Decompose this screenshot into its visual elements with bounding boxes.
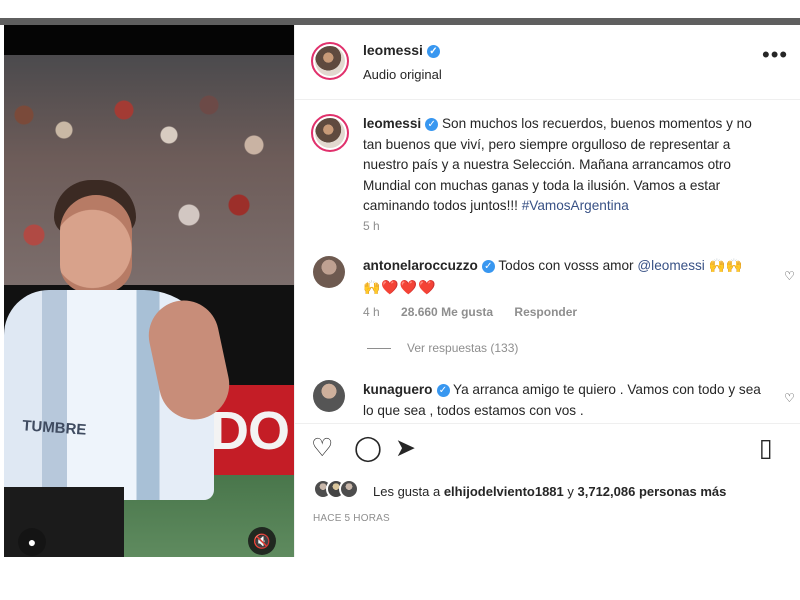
liker-avatar bbox=[339, 479, 359, 499]
comment-username[interactable]: kunaguero bbox=[363, 382, 433, 397]
caption-username[interactable]: leomessi bbox=[363, 116, 421, 131]
posted-ago: HACE 5 HORAS bbox=[313, 513, 390, 524]
post-username[interactable]: leomessi ✓ bbox=[363, 42, 440, 58]
comment-text: Todos con vosss amor bbox=[498, 258, 638, 273]
comment-mention[interactable]: @leomessi bbox=[637, 258, 704, 273]
liked-by-avatars[interactable] bbox=[313, 479, 361, 503]
comment-icon[interactable]: ◯ bbox=[354, 436, 382, 462]
post-video[interactable]: ACDO TUMBRE ● 🔇 bbox=[4, 25, 294, 557]
comment-time: 4 h bbox=[363, 305, 380, 319]
heart-icon[interactable]: ♡ bbox=[311, 436, 337, 462]
user-icon[interactable]: ● bbox=[18, 528, 46, 556]
kunaguero-avatar[interactable] bbox=[313, 380, 345, 412]
muted-speaker-icon[interactable]: 🔇 bbox=[248, 527, 276, 555]
caption-avatar[interactable] bbox=[311, 114, 349, 152]
verified-badge-icon: ✓ bbox=[426, 45, 440, 58]
antonelaroccuzzo-avatar[interactable] bbox=[313, 256, 345, 288]
video-top-bar bbox=[4, 25, 294, 55]
post-details-panel: leomessi ✓ Audio original ••• leomessi ✓ S… bbox=[294, 25, 800, 557]
verified-badge-icon: ✓ bbox=[425, 118, 439, 131]
replies-divider bbox=[367, 348, 391, 350]
verified-badge-icon: ✓ bbox=[481, 260, 495, 273]
view-replies[interactable]: Ver respuestas (133) bbox=[367, 341, 518, 355]
comment-kunaguero: kunaguero ✓ Ya arranca amigo te quiero . … bbox=[363, 380, 773, 421]
leomessi-avatar[interactable] bbox=[311, 42, 349, 80]
comment-meta: 4 h 28.660 Me gusta Responder bbox=[363, 305, 595, 319]
page-blank-space bbox=[0, 557, 800, 600]
reply-button[interactable]: Responder bbox=[514, 305, 577, 319]
audio-label[interactable]: Audio original bbox=[363, 67, 442, 82]
post-header: leomessi ✓ Audio original ••• bbox=[295, 25, 800, 100]
caption-hashtag[interactable]: #VamosArgentina bbox=[522, 198, 629, 213]
window-divider bbox=[0, 18, 800, 25]
caption-time: 5 h bbox=[363, 219, 380, 233]
comment-antonela: antonelaroccuzzo ✓ Todos con vosss amor @… bbox=[363, 256, 773, 298]
comment-emojis-line2: 🙌❤️❤️❤️ bbox=[363, 278, 437, 295]
player-head bbox=[60, 195, 132, 293]
post-actions: ♡ ◯ ➤ ▯ Les gusta a elhijodelviento1881 … bbox=[295, 423, 800, 533]
comment-like-icon[interactable]: ♡ bbox=[784, 391, 796, 405]
comment-username[interactable]: antonelaroccuzzo bbox=[363, 258, 478, 273]
paper-plane-icon[interactable]: ➤ bbox=[395, 436, 421, 462]
post-caption: leomessi ✓ Son muchos los recuerdos, buen… bbox=[363, 114, 773, 217]
verified-badge-icon: ✓ bbox=[436, 384, 450, 397]
video-crowd-background bbox=[4, 55, 294, 285]
comment-likes[interactable]: 28.660 Me gusta bbox=[401, 305, 493, 319]
bookmark-icon[interactable]: ▯ bbox=[759, 436, 785, 462]
likes-summary[interactable]: Les gusta a elhijodelviento1881 y 3,712,… bbox=[373, 484, 726, 499]
comment-like-icon[interactable]: ♡ bbox=[784, 269, 796, 283]
more-options-icon[interactable]: ••• bbox=[762, 44, 787, 70]
comment-emojis: 🙌🙌 bbox=[708, 258, 743, 273]
